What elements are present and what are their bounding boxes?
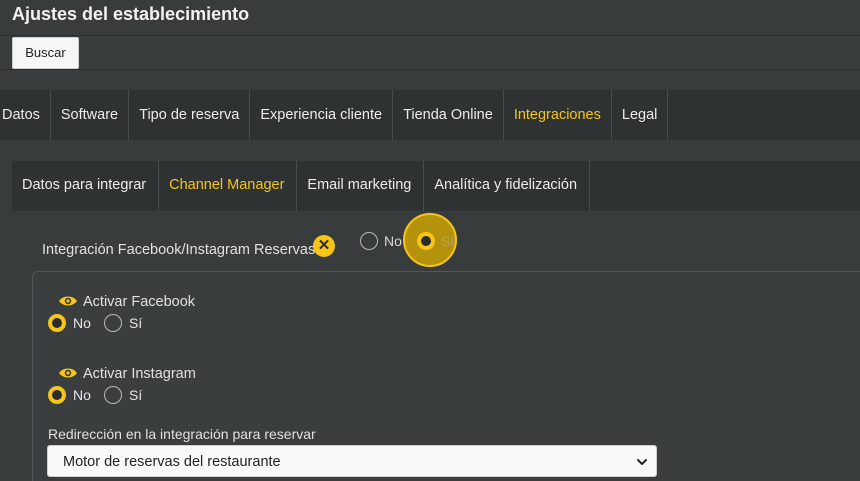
- subtab-datos-para-integrar[interactable]: Datos para integrar: [12, 161, 160, 211]
- main-tabs: Datos Software Tipo de reserva Experienc…: [0, 90, 860, 140]
- subtab-channel-manager[interactable]: Channel Manager: [159, 161, 298, 211]
- search-bar: Buscar: [0, 35, 860, 70]
- sub-tabs: Datos para integrar Channel Manager Emai…: [12, 161, 860, 211]
- fb-ig-integration-label: Integración Facebook/Instagram Reservas: [42, 242, 316, 258]
- redireccion-selected-value: Motor de reservas del restaurante: [63, 454, 281, 470]
- close-icon[interactable]: ✕: [313, 235, 335, 257]
- fb-ig-option-si-label: Sí: [441, 233, 455, 249]
- chevron-down-icon: [637, 459, 647, 465]
- tab-tipo-de-reserva[interactable]: Tipo de reserva: [129, 90, 251, 140]
- tab-datos[interactable]: Datos: [0, 90, 51, 140]
- facebook-radio-no[interactable]: [48, 314, 66, 332]
- tab-legal[interactable]: Legal: [612, 90, 669, 140]
- subtab-analitica-fidelizacion[interactable]: Analítica y fidelización: [424, 161, 591, 211]
- tab-experiencia-cliente[interactable]: Experiencia cliente: [250, 90, 394, 140]
- fb-ig-radio-si[interactable]: [417, 232, 435, 250]
- activar-facebook-label: Activar Facebook: [83, 294, 196, 310]
- instagram-radio-no[interactable]: [48, 386, 66, 404]
- facebook-radio-si[interactable]: [104, 314, 122, 332]
- tab-software[interactable]: Software: [51, 90, 130, 140]
- redireccion-label: Redirección en la integración para reser…: [48, 426, 316, 442]
- instagram-option-no-label: No: [73, 387, 91, 403]
- redireccion-select[interactable]: Motor de reservas del restaurante: [47, 445, 657, 477]
- tab-tienda-online[interactable]: Tienda Online: [393, 90, 504, 140]
- page-title: Ajustes del establecimiento: [12, 4, 250, 24]
- activar-instagram-label: Activar Instagram: [83, 366, 196, 382]
- eye-icon: [59, 296, 77, 306]
- instagram-radio-si[interactable]: [104, 386, 122, 404]
- search-button[interactable]: Buscar: [12, 37, 79, 69]
- fb-ig-option-no-label: No: [384, 233, 402, 249]
- eye-icon: [59, 368, 77, 378]
- subtab-email-marketing[interactable]: Email marketing: [297, 161, 425, 211]
- facebook-option-si-label: Sí: [129, 315, 143, 331]
- tab-integraciones[interactable]: Integraciones: [504, 90, 612, 140]
- instagram-option-si-label: Sí: [129, 387, 143, 403]
- fb-ig-radio-no[interactable]: [360, 232, 378, 250]
- facebook-option-no-label: No: [73, 315, 91, 331]
